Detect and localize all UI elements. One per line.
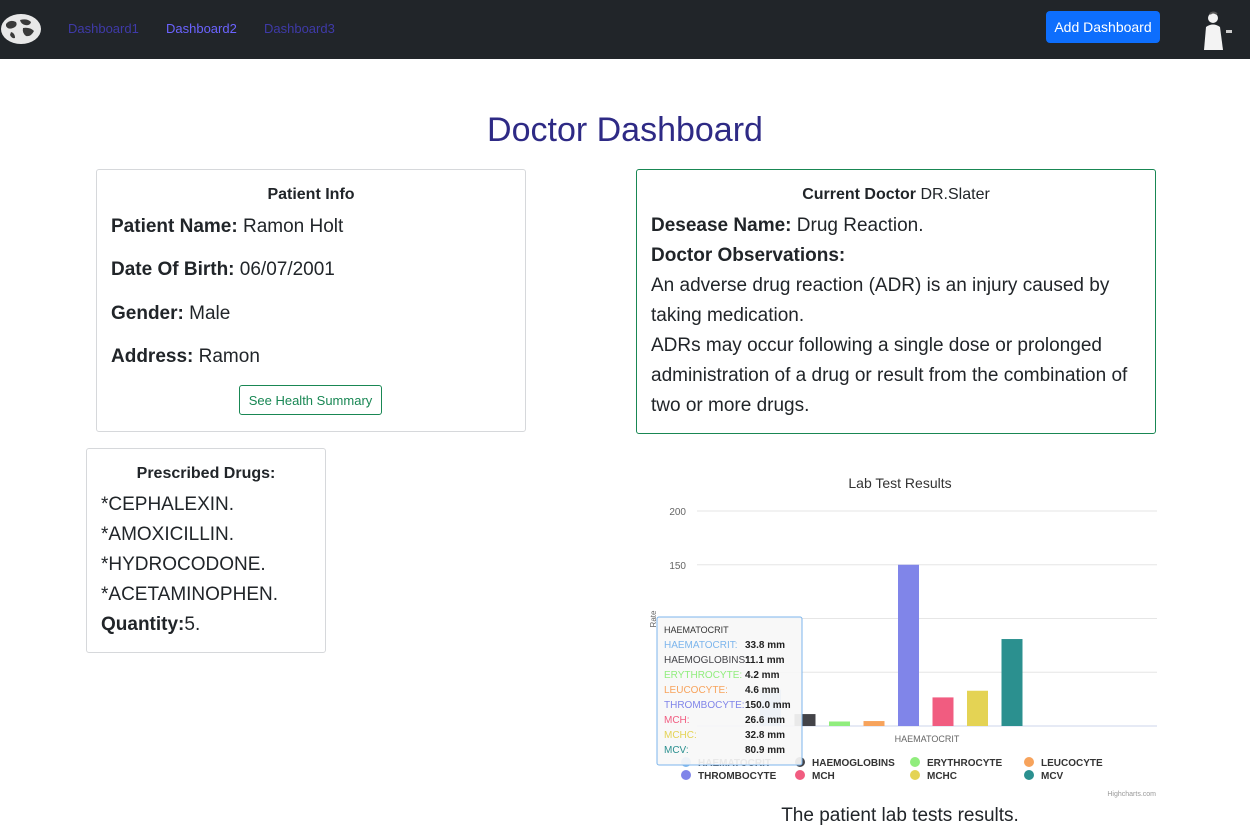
world-map-logo-icon[interactable] xyxy=(0,12,44,46)
top-navbar: Dashboard1 Dashboard2 Dashboard3 Add Das… xyxy=(0,0,1250,59)
tooltip-row-value: 4.2 mm xyxy=(745,670,780,681)
legend-marker[interactable] xyxy=(1024,770,1034,780)
observations-label: Doctor Observations: xyxy=(651,245,846,266)
quantity-value: 5. xyxy=(184,614,201,635)
observation-paragraph: An adverse drug reaction (ADR) is an inj… xyxy=(651,275,1110,326)
x-tick-label: HAEMATOCRIT xyxy=(895,734,960,744)
tooltip-row-value: 150.0 mm xyxy=(745,700,791,711)
gender-label: Gender: xyxy=(111,303,184,324)
patient-name-value: Ramon Holt xyxy=(242,216,344,237)
legend-marker[interactable] xyxy=(910,757,920,767)
legend-marker[interactable] xyxy=(681,770,691,780)
tooltip-row-label: HAEMOGLOBINS: xyxy=(664,655,748,666)
chart-bar[interactable] xyxy=(932,697,954,726)
legend-label: MCV xyxy=(1041,771,1064,782)
tooltip-row-value: 26.6 mm xyxy=(745,715,785,726)
add-dashboard-button[interactable]: Add Dashboard xyxy=(1046,11,1160,43)
tooltip-row-value: 32.8 mm xyxy=(745,730,785,741)
drug-item: *ACETAMINOPHEN. xyxy=(101,584,279,605)
chart-credits: Highcharts.com xyxy=(1107,791,1156,798)
address-value: Ramon xyxy=(198,346,260,367)
legend-label: MCH xyxy=(812,771,835,782)
tooltip-row-label: MCH: xyxy=(664,715,690,726)
current-doctor-card: Current Doctor DR.Slater Desease Name: D… xyxy=(636,169,1156,434)
patient-name-row: Patient Name: Ramon Holt xyxy=(111,216,343,238)
y-tick-label: 150 xyxy=(669,561,686,572)
lab-test-chart: Lab Test Results 150 200 Rate HAEMATOCRIT HAE… xyxy=(640,465,1160,805)
drug-item: *HYDROCODONE. xyxy=(101,554,266,575)
disease-row: Desease Name: Drug Reaction. xyxy=(651,211,1146,241)
tooltip-row-value: 80.9 mm xyxy=(745,745,785,756)
current-doctor-heading: Current Doctor DR.Slater xyxy=(637,186,1155,204)
tooltip-row-value: 33.8 mm xyxy=(745,640,785,651)
chart-title: Lab Test Results xyxy=(848,475,951,491)
dob-label: Date Of Birth: xyxy=(111,259,235,280)
address-label: Address: xyxy=(111,346,194,367)
nav-link-dashboard1[interactable]: Dashboard1 xyxy=(68,21,139,36)
chart-bar[interactable] xyxy=(898,564,919,726)
dob-row: Date Of Birth: 06/07/2001 xyxy=(111,259,335,281)
tooltip-row-label: MCHC: xyxy=(664,730,697,741)
disease-label: Desease Name: xyxy=(651,215,792,236)
address-row: Address: Ramon xyxy=(111,346,260,368)
see-health-summary-button[interactable]: See Health Summary xyxy=(239,385,382,415)
tooltip-row-label: ERYTHROCYTE: xyxy=(664,670,742,681)
nav-link-dashboard3[interactable]: Dashboard3 xyxy=(264,21,335,36)
legend-marker[interactable] xyxy=(1024,757,1034,767)
legend-label: LEUCOCYTE xyxy=(1041,758,1103,769)
current-doctor-label: Current Doctor xyxy=(802,186,916,203)
nav-link-dashboard2[interactable]: Dashboard2 xyxy=(166,21,237,36)
prescribed-drugs-heading: Prescribed Drugs: xyxy=(136,465,276,482)
legend-marker[interactable] xyxy=(795,770,805,780)
patient-info-heading: Patient Info xyxy=(267,186,355,203)
patient-name-label: Patient Name: xyxy=(111,216,238,237)
quantity-row: Quantity:5. xyxy=(101,614,200,636)
observation-paragraph: ADRs may occur following a single dose o… xyxy=(651,335,1128,416)
chart-bar[interactable] xyxy=(1001,639,1023,726)
legend-label: HAEMOGLOBINS xyxy=(812,758,895,769)
drug-item: *AMOXICILLIN. xyxy=(101,524,235,545)
prescribed-drugs-card: Prescribed Drugs: *CEPHALEXIN. *AMOXICIL… xyxy=(86,448,326,653)
current-doctor-name: DR.Slater xyxy=(920,186,990,203)
legend-label: MCHC xyxy=(927,771,957,782)
doctor-avatar-icon[interactable] xyxy=(1178,10,1238,50)
legend-marker[interactable] xyxy=(910,770,920,780)
tooltip-row-value: 4.6 mm xyxy=(745,685,780,696)
y-tick-label: 200 xyxy=(669,507,686,518)
tooltip-header: HAEMATOCRIT xyxy=(664,625,729,635)
legend-label: THROMBOCYTE xyxy=(698,771,777,782)
drug-item: *CEPHALEXIN. xyxy=(101,494,235,515)
tooltip-row-label: MCV: xyxy=(664,745,689,756)
legend-label: ERYTHROCYTE xyxy=(927,758,1003,769)
disease-value: Drug Reaction. xyxy=(796,215,924,236)
page-title: Doctor Dashboard xyxy=(487,111,763,149)
chart-bar[interactable] xyxy=(829,721,850,726)
gender-row: Gender: Male xyxy=(111,303,230,325)
dob-value: 06/07/2001 xyxy=(239,259,335,280)
lab-test-chart-svg: Lab Test Results150200RateHAEMATOCRITHAE… xyxy=(649,475,1157,798)
tooltip-row-label: THROMBOCYTE: xyxy=(664,700,745,711)
chart-caption: The patient lab tests results. xyxy=(781,805,1019,826)
gender-value: Male xyxy=(189,303,231,324)
tooltip-row-label: HAEMATOCRIT: xyxy=(664,640,738,651)
chart-bar[interactable] xyxy=(863,721,885,726)
tooltip-row-value: 11.1 mm xyxy=(745,655,785,666)
chart-bar[interactable] xyxy=(967,690,988,726)
quantity-label: Quantity: xyxy=(101,614,185,635)
patient-info-card: Patient Info Patient Name: Ramon Holt Da… xyxy=(96,169,526,432)
tooltip-row-label: LEUCOCYTE: xyxy=(664,685,728,696)
